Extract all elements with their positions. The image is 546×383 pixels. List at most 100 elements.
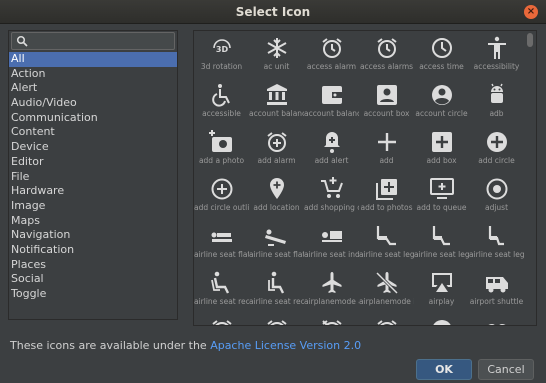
icon-cell[interactable]: account box: [359, 79, 414, 126]
icon-grid-scrollbar[interactable]: [525, 31, 535, 325]
category-list: All Action Alert Audio/Video Communication Co…: [9, 52, 177, 302]
icon-cell[interactable]: add shopping c: [304, 173, 359, 220]
icon-cell[interactable]: [359, 314, 414, 325]
category-item-navigation[interactable]: Navigation: [9, 228, 177, 243]
album-icon: [433, 320, 451, 325]
icon-label: add shopping c: [304, 203, 359, 212]
icon-cell[interactable]: add circle outli: [194, 173, 249, 220]
add-alarm-icon: [267, 132, 287, 152]
icon-cell[interactable]: accessible: [194, 79, 249, 126]
category-item-image[interactable]: Image: [9, 199, 177, 214]
icon-cell[interactable]: accessibility: [469, 32, 524, 79]
category-item-all[interactable]: All: [9, 52, 177, 67]
category-item-hardware[interactable]: Hardware: [9, 184, 177, 199]
icon-cell[interactable]: add alert: [304, 126, 359, 173]
icon-cell[interactable]: add to photos: [359, 173, 414, 220]
category-item-maps[interactable]: Maps: [9, 214, 177, 229]
category-item-toggle[interactable]: Toggle: [9, 287, 177, 302]
search-icon: [16, 35, 28, 47]
icon-cell[interactable]: airline seat flat: [249, 220, 304, 267]
icon-label: airplanemode i: [359, 297, 414, 306]
close-button[interactable]: ×: [524, 5, 538, 19]
alarm-icon: [212, 320, 232, 325]
category-item-device[interactable]: Device: [9, 140, 177, 155]
icon-cell[interactable]: adjust: [469, 173, 524, 220]
scroll-thumb[interactable]: [527, 33, 533, 47]
airplane-off-icon: [375, 271, 399, 295]
icon-cell[interactable]: airline seat rec: [249, 267, 304, 314]
category-item-editor[interactable]: Editor: [9, 155, 177, 170]
icon-cell[interactable]: account circle: [414, 79, 469, 126]
icon-label: account box: [363, 109, 410, 118]
time-icon: [432, 38, 452, 58]
adjust-icon: [486, 178, 508, 200]
icon-cell[interactable]: airline seat ind: [304, 220, 359, 267]
icon-cell[interactable]: [469, 314, 524, 325]
icon-cell[interactable]: add alarm: [249, 126, 304, 173]
search-box[interactable]: [11, 32, 175, 50]
svg-text:3D: 3D: [216, 45, 229, 54]
icon-cell[interactable]: airline seat leg: [469, 220, 524, 267]
icon-cell[interactable]: add circle: [469, 126, 524, 173]
airplay-icon: [432, 273, 452, 292]
icon-label: airplay: [428, 297, 455, 306]
cancel-button[interactable]: Cancel: [478, 359, 534, 380]
icon-label: adb: [489, 109, 504, 118]
icon-label: airline seat leg: [359, 250, 414, 259]
ok-button[interactable]: OK: [416, 359, 472, 380]
add-location-icon: [270, 178, 284, 199]
icon-cell[interactable]: airline seat leg: [359, 220, 414, 267]
icon-label: airline seat leg: [469, 250, 524, 259]
dialog-title: Select Icon: [235, 5, 311, 19]
icon-cell[interactable]: add to queue: [414, 173, 469, 220]
category-item-file[interactable]: File: [9, 170, 177, 185]
category-item-audio-video[interactable]: Audio/Video: [9, 96, 177, 111]
plus-icon: [378, 133, 396, 151]
add-circle-icon: [487, 132, 507, 152]
icon-cell[interactable]: airline seat flat: [194, 220, 249, 267]
icon-label: add: [379, 156, 394, 165]
icon-cell[interactable]: add location: [249, 173, 304, 220]
icon-cell[interactable]: adb: [469, 79, 524, 126]
icon-cell[interactable]: airline seat rec: [194, 267, 249, 314]
icon-cell[interactable]: [194, 314, 249, 325]
category-item-action[interactable]: Action: [9, 67, 177, 82]
icon-cell[interactable]: [249, 314, 304, 325]
icon-cell[interactable]: airline seat leg: [414, 220, 469, 267]
account-circle-icon: [432, 85, 452, 105]
icon-cell[interactable]: access alarms: [359, 32, 414, 79]
icon-cell[interactable]: airplay: [414, 267, 469, 314]
icon-cell[interactable]: 3D 3d rotation: [194, 32, 249, 79]
category-item-social[interactable]: Social: [9, 272, 177, 287]
icon-label: access time: [419, 62, 464, 71]
icon-cell[interactable]: access time: [414, 32, 469, 79]
icon-label: accessible: [202, 109, 241, 118]
category-item-communication[interactable]: Communication: [9, 111, 177, 126]
icon-label: add alarm: [257, 156, 296, 165]
account-box-icon: [377, 85, 397, 105]
icon-label: account balanc: [304, 109, 359, 118]
search-input[interactable]: [30, 34, 170, 48]
icon-cell[interactable]: account balanc: [304, 79, 359, 126]
icon-cell[interactable]: [414, 314, 469, 325]
icon-cell[interactable]: add: [359, 126, 414, 173]
icon-cell[interactable]: add a photo: [194, 126, 249, 173]
category-item-notification[interactable]: Notification: [9, 243, 177, 258]
icon-cell[interactable]: ac unit: [249, 32, 304, 79]
license-link[interactable]: Apache License Version 2.0: [210, 339, 361, 352]
shuttle-icon: [486, 277, 508, 293]
icon-cell[interactable]: airport shuttle: [469, 267, 524, 314]
icon-label: adjust: [484, 203, 509, 212]
icon-cell[interactable]: airplanemode a: [304, 267, 359, 314]
icon-cell[interactable]: account balanc: [249, 79, 304, 126]
category-item-places[interactable]: Places: [9, 258, 177, 273]
icon-cell[interactable]: airplanemode i: [359, 267, 414, 314]
icon-cell[interactable]: add box: [414, 126, 469, 173]
category-item-content[interactable]: Content: [9, 125, 177, 140]
icon-cell[interactable]: [304, 314, 359, 325]
seat-legroom-normal-icon: [432, 226, 450, 246]
category-panel: All Action Alert Audio/Video Communication Co…: [8, 30, 178, 320]
category-item-alert[interactable]: Alert: [9, 81, 177, 96]
icon-cell[interactable]: access alarm: [304, 32, 359, 79]
icon-label: airline seat ind: [304, 250, 359, 259]
